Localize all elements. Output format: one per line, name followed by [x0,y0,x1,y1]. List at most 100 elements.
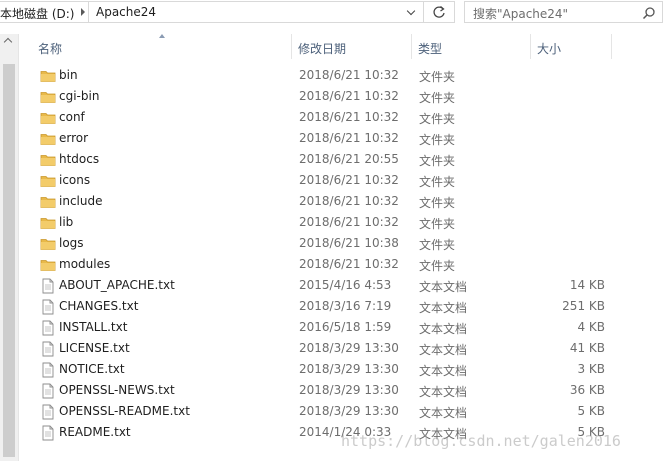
folder-row[interactable]: lib 2018/6/21 10:32 文件夹 [20,213,665,234]
file-modified-date: 2018/3/29 13:30 [299,362,399,376]
folder-icon [40,68,56,84]
file-modified-date: 2018/6/21 10:38 [299,236,399,250]
text-document-icon [40,341,56,357]
file-type: 文件夹 [419,70,456,84]
file-size: 14 KB [569,278,605,292]
folder-row[interactable]: conf 2018/6/21 10:32 文件夹 [20,108,665,129]
file-type: 文件夹 [419,238,456,252]
file-row[interactable]: CHANGES.txt 2018/3/16 7:19 文本文档 251 KB [20,297,665,318]
folder-row[interactable]: logs 2018/6/21 10:38 文件夹 [20,234,665,255]
folder-icon [40,131,56,147]
file-type: 文件夹 [419,133,456,147]
folder-icon [40,194,56,210]
file-name: README.txt [59,425,131,439]
file-row[interactable]: NOTICE.txt 2018/3/29 13:30 文本文档 3 KB [20,360,665,381]
column-header-row: 名称 修改日期 类型 大小 [20,34,665,59]
file-type: 文件夹 [419,196,456,210]
breadcrumb-separator-icon[interactable] [81,8,85,16]
search-input[interactable]: 搜索"Apache24" [473,5,568,22]
file-name: lib [59,215,74,229]
column-header-type[interactable]: 类型 [418,40,442,57]
file-type: 文件夹 [419,154,456,168]
search-icon[interactable] [642,6,656,20]
file-name: CHANGES.txt [59,299,139,313]
folder-row[interactable]: bin 2018/6/21 10:32 文件夹 [20,66,665,87]
file-size: 251 KB [562,299,605,313]
file-modified-date: 2018/6/21 10:32 [299,194,399,208]
breadcrumb-drive[interactable]: 本地磁盘 (D:) [0,5,74,22]
refresh-icon[interactable] [425,2,453,22]
scroll-up-icon[interactable] [3,37,13,47]
folder-icon [40,215,56,231]
file-size: 4 KB [577,320,605,334]
text-document-icon [40,425,56,441]
folder-icon [40,236,56,252]
file-modified-date: 2018/3/29 13:30 [299,404,399,418]
folder-icon [40,257,56,273]
file-size: 5 KB [577,404,605,418]
text-document-icon [40,404,56,420]
text-document-icon [40,320,56,336]
text-document-icon [40,362,56,378]
file-name: bin [59,68,78,82]
file-name: ABOUT_APACHE.txt [59,278,175,292]
folder-row[interactable]: cgi-bin 2018/6/21 10:32 文件夹 [20,87,665,108]
sort-ascending-icon [159,34,165,38]
file-size: 36 KB [569,383,605,397]
folder-row[interactable]: icons 2018/6/21 10:32 文件夹 [20,171,665,192]
file-name: INSTALL.txt [59,320,128,334]
address-dropdown-icon[interactable] [399,2,425,22]
file-name: OPENSSL-NEWS.txt [59,383,175,397]
file-modified-date: 2018/6/21 10:32 [299,173,399,187]
file-modified-date: 2018/6/21 20:55 [299,152,399,166]
file-modified-date: 2018/6/21 10:32 [299,215,399,229]
file-modified-date: 2018/3/29 13:30 [299,383,399,397]
file-name: LICENSE.txt [59,341,130,355]
watermark: https://blog.csdn.net/galen2016 [341,432,621,450]
file-name: OPENSSL-README.txt [59,404,190,418]
file-row[interactable]: OPENSSL-NEWS.txt 2018/3/29 13:30 文本文档 36 KB [20,381,665,402]
file-row[interactable]: LICENSE.txt 2018/3/29 13:30 文本文档 41 KB [20,339,665,360]
column-divider[interactable] [411,34,412,59]
folder-icon [40,89,56,105]
column-divider[interactable] [530,34,531,59]
file-name: icons [59,173,91,187]
navigation-pane-scrollbar[interactable] [0,34,19,461]
file-size: 3 KB [577,362,605,376]
file-modified-date: 2018/6/21 10:32 [299,89,399,103]
file-type: 文本文档 [419,343,468,357]
file-type: 文件夹 [419,112,456,126]
file-type: 文件夹 [419,91,456,105]
file-type: 文件夹 [419,259,456,273]
file-type: 文本文档 [419,301,468,315]
folder-row[interactable]: htdocs 2018/6/21 20:55 文件夹 [20,150,665,171]
column-divider[interactable] [291,34,292,59]
file-type: 文件夹 [419,175,456,189]
file-row[interactable]: OPENSSL-README.txt 2018/3/29 13:30 文本文档 5 K… [20,402,665,423]
search-box[interactable]: 搜索"Apache24" [464,1,663,23]
file-type: 文本文档 [419,364,468,378]
file-size: 41 KB [569,341,605,355]
column-header-size[interactable]: 大小 [537,40,561,57]
navigation-toolbar: 本地磁盘 (D:) Apache24 搜索"Apache24" [0,0,665,25]
folder-row[interactable]: error 2018/6/21 10:32 文件夹 [20,129,665,150]
folder-icon [40,110,56,126]
file-modified-date: 2015/4/16 4:53 [299,278,392,292]
file-name: error [59,131,89,145]
folder-row[interactable]: include 2018/6/21 10:32 文件夹 [20,192,665,213]
file-modified-date: 2016/5/18 1:59 [299,320,392,334]
column-header-name[interactable]: 名称 [38,40,62,57]
file-type: 文本文档 [419,322,468,336]
column-header-date[interactable]: 修改日期 [298,40,346,57]
file-modified-date: 2018/6/21 10:32 [299,110,399,124]
file-row[interactable]: ABOUT_APACHE.txt 2015/4/16 4:53 文本文档 14 KB [20,276,665,297]
file-name: htdocs [59,152,100,166]
address-bar[interactable]: 本地磁盘 (D:) Apache24 [0,1,455,23]
text-document-icon [40,299,56,315]
file-row[interactable]: INSTALL.txt 2016/5/18 1:59 文本文档 4 KB [20,318,665,339]
address-divider [88,2,89,22]
folder-row[interactable]: modules 2018/6/21 10:32 文件夹 [20,255,665,276]
column-divider[interactable] [611,34,612,59]
scrollbar-thumb[interactable] [3,64,15,457]
breadcrumb-folder[interactable]: Apache24 [96,5,156,19]
